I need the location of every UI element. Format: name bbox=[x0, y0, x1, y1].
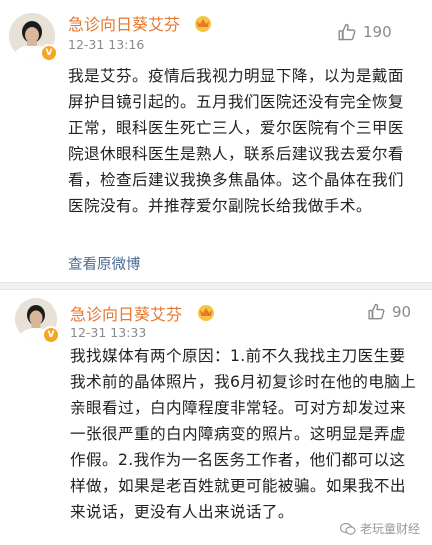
post-text: 我是艾芬。疫情后我视力明显下降，以为是戴面屏护目镜引起的。五月我们医院还没有完全… bbox=[68, 67, 404, 215]
post-time: 12-31 13:16 bbox=[68, 37, 145, 52]
thumbs-up-icon bbox=[338, 23, 356, 41]
watermark: 老玩童财经 bbox=[339, 520, 420, 537]
crown-icon bbox=[195, 16, 211, 32]
comment-card-2: V 急诊向日葵艾芬 12-31 13:33 90 我找媒体有两个原因：1.前不久… bbox=[0, 290, 432, 545]
post-time: 12-31 13:33 bbox=[70, 325, 147, 340]
thumbs-up-icon bbox=[368, 303, 385, 320]
wechat-icon bbox=[339, 522, 356, 535]
user-name[interactable]: 急诊向日葵艾芬 bbox=[68, 11, 180, 35]
verified-badge-icon: V bbox=[40, 44, 58, 62]
user-name[interactable]: 急诊向日葵艾芬 bbox=[70, 301, 182, 325]
divider bbox=[0, 282, 432, 290]
post-text: 我找媒体有两个原因：1.前不久我找主刀医生要我术前的晶体照片，我6月初复诊时在他… bbox=[70, 347, 417, 521]
comment-card-1: V 急诊向日葵艾芬 12-31 13:16 190 我是艾芬。疫情后我视力明显下… bbox=[0, 0, 432, 282]
like-count: 90 bbox=[392, 302, 412, 321]
like-button[interactable]: 190 bbox=[337, 22, 392, 42]
like-count: 190 bbox=[363, 23, 392, 41]
like-button[interactable]: 90 bbox=[367, 302, 411, 321]
crown-icon bbox=[198, 305, 214, 321]
watermark-text: 老玩童财经 bbox=[359, 522, 420, 536]
view-original-weibo-link[interactable]: 查看原微博 bbox=[68, 253, 141, 274]
verified-badge-icon: V bbox=[42, 326, 60, 344]
